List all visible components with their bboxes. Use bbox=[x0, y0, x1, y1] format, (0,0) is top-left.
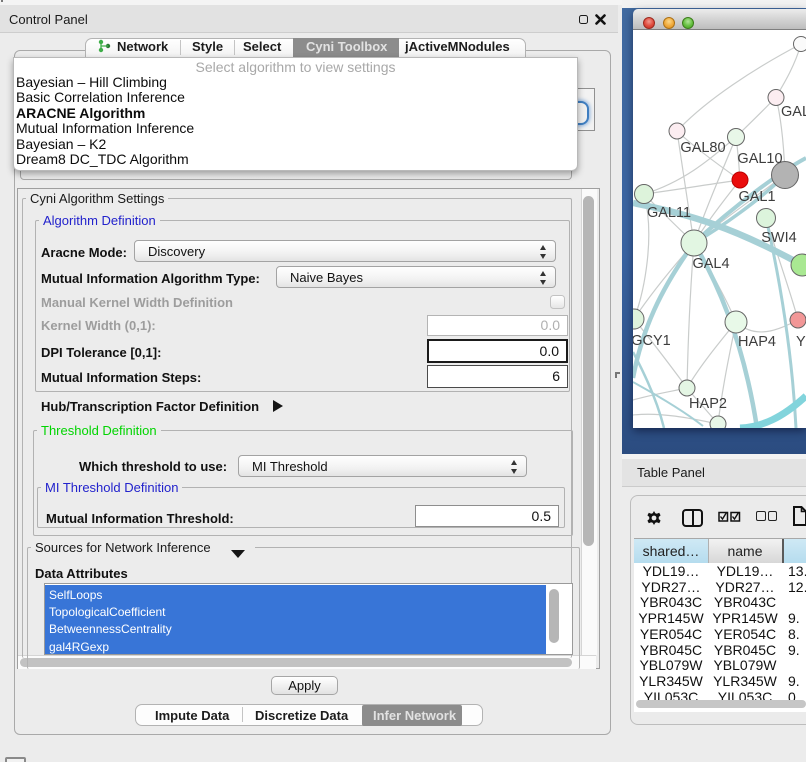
svg-text:GCY1: GCY1 bbox=[633, 333, 671, 349]
svg-text:GAL: GAL bbox=[781, 104, 806, 120]
svg-text:GAL1: GAL1 bbox=[738, 189, 775, 205]
svg-text:Y: Y bbox=[796, 334, 806, 350]
svg-text:HAP4: HAP4 bbox=[738, 334, 776, 350]
svg-text:HAP2: HAP2 bbox=[689, 396, 727, 412]
svg-text:GAL4: GAL4 bbox=[692, 256, 729, 272]
svg-text:GAL11: GAL11 bbox=[647, 205, 691, 221]
svg-text:GAL80: GAL80 bbox=[680, 140, 725, 156]
svg-text:GAL10: GAL10 bbox=[737, 151, 782, 167]
svg-text:SWI4: SWI4 bbox=[761, 230, 796, 246]
